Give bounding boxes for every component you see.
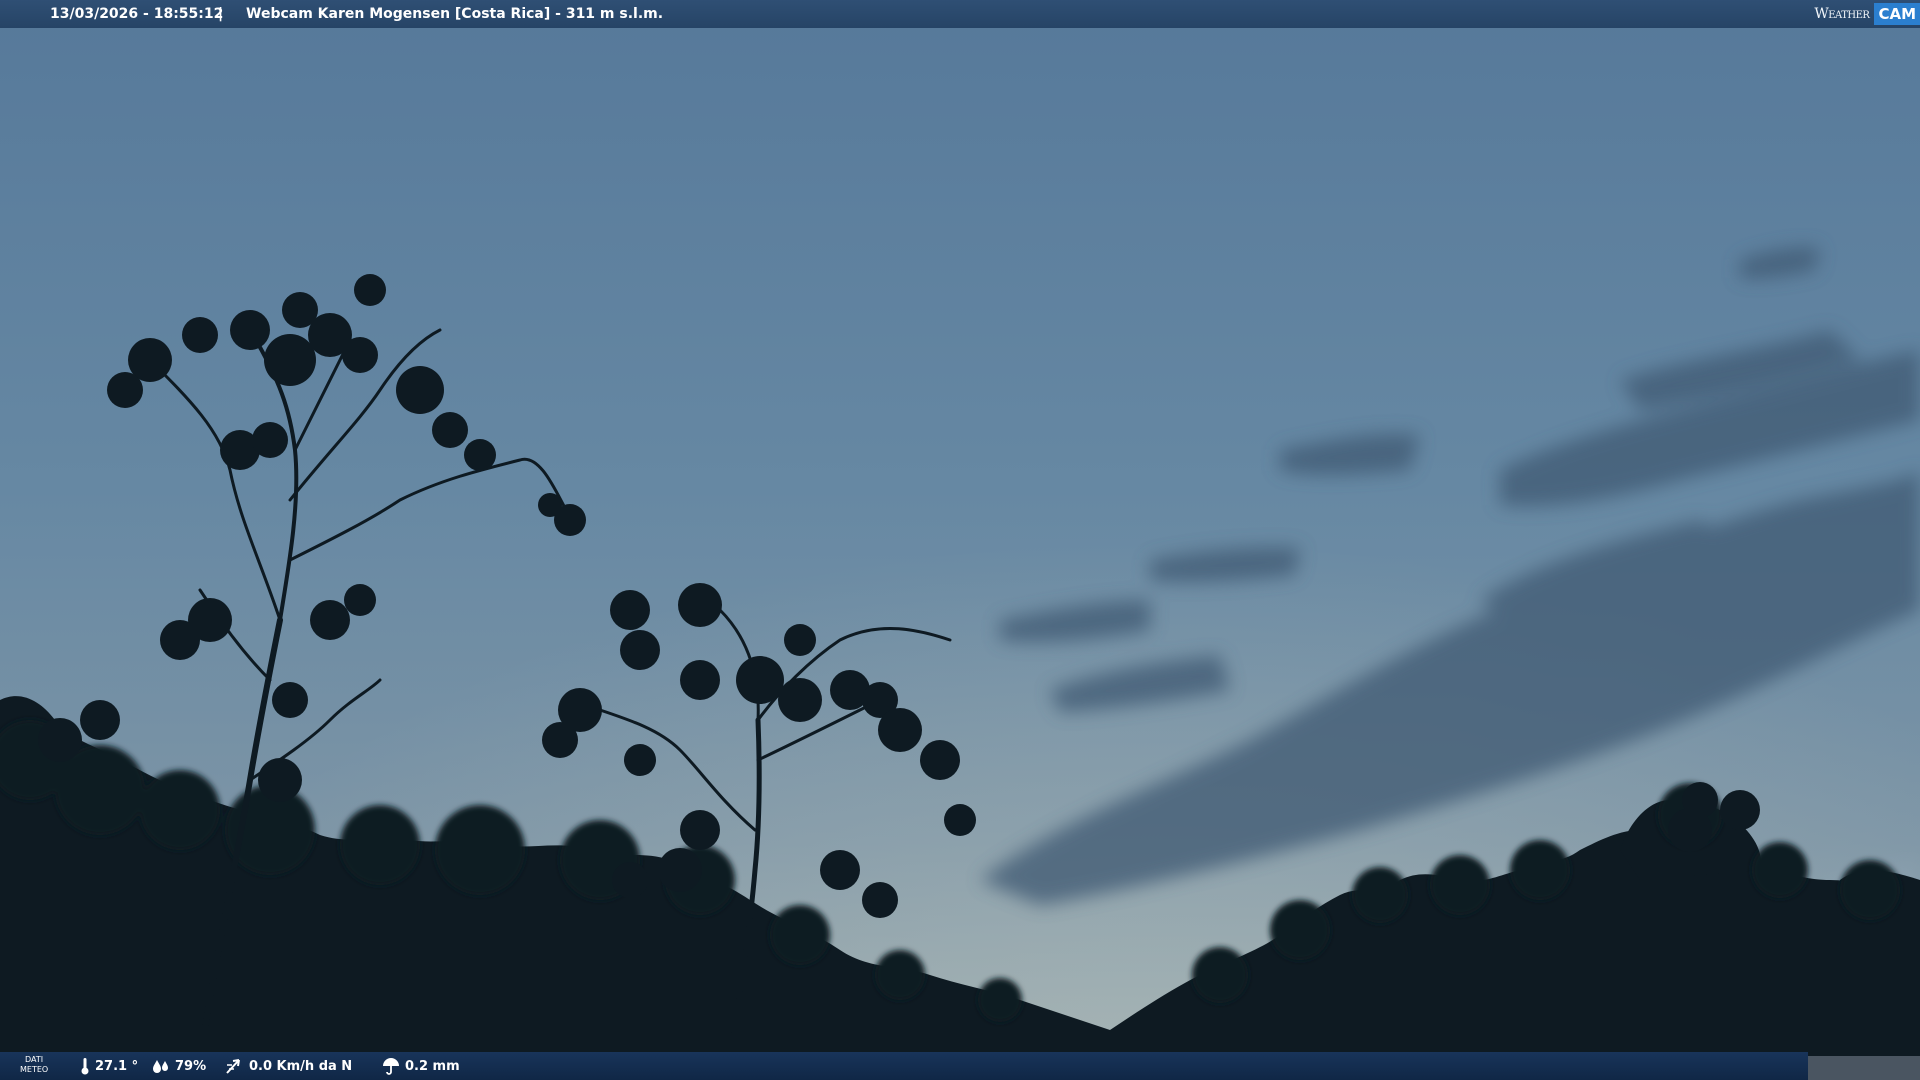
temperature-stat: 27.1 ° xyxy=(80,1052,138,1080)
humidity-stat: 79% xyxy=(152,1052,206,1080)
header-separator: | xyxy=(218,6,224,22)
footer-right-panel xyxy=(1808,1056,1920,1080)
wind-value: 0.0 Km/h da N xyxy=(249,1058,353,1074)
logo-cam: CAM xyxy=(1874,3,1920,25)
wind-stat: 0.0 Km/h da N xyxy=(224,1052,352,1080)
logo-word: Weather xyxy=(1814,6,1870,22)
umbrella-icon xyxy=(383,1058,399,1075)
dati-meteo-label: DATI METEO xyxy=(20,1055,49,1074)
timestamp: 13/03/2026 - 18:55:12 xyxy=(50,6,224,22)
temperature-value: 27.1 ° xyxy=(95,1058,139,1074)
header-bar: 13/03/2026 - 18:55:12 | Webcam Karen Mog… xyxy=(0,0,1920,28)
rain-stat: 0.2 mm xyxy=(382,1052,460,1080)
wind-direction-icon xyxy=(226,1059,240,1074)
webcam-title: Webcam Karen Mogensen [Costa Rica] - 311… xyxy=(246,6,664,22)
rain-value: 0.2 mm xyxy=(405,1058,460,1074)
thermometer-icon xyxy=(81,1058,89,1075)
humidity-value: 79% xyxy=(175,1058,207,1074)
weathercam-logo[interactable]: Weather CAM xyxy=(1814,0,1920,28)
weather-data-bar: DATI METEO 27.1 ° 79% 0.0 Km/h da N 0.2 … xyxy=(0,1052,1808,1080)
webcam-scene xyxy=(0,0,1920,1080)
humidity-drops-icon xyxy=(153,1060,168,1073)
